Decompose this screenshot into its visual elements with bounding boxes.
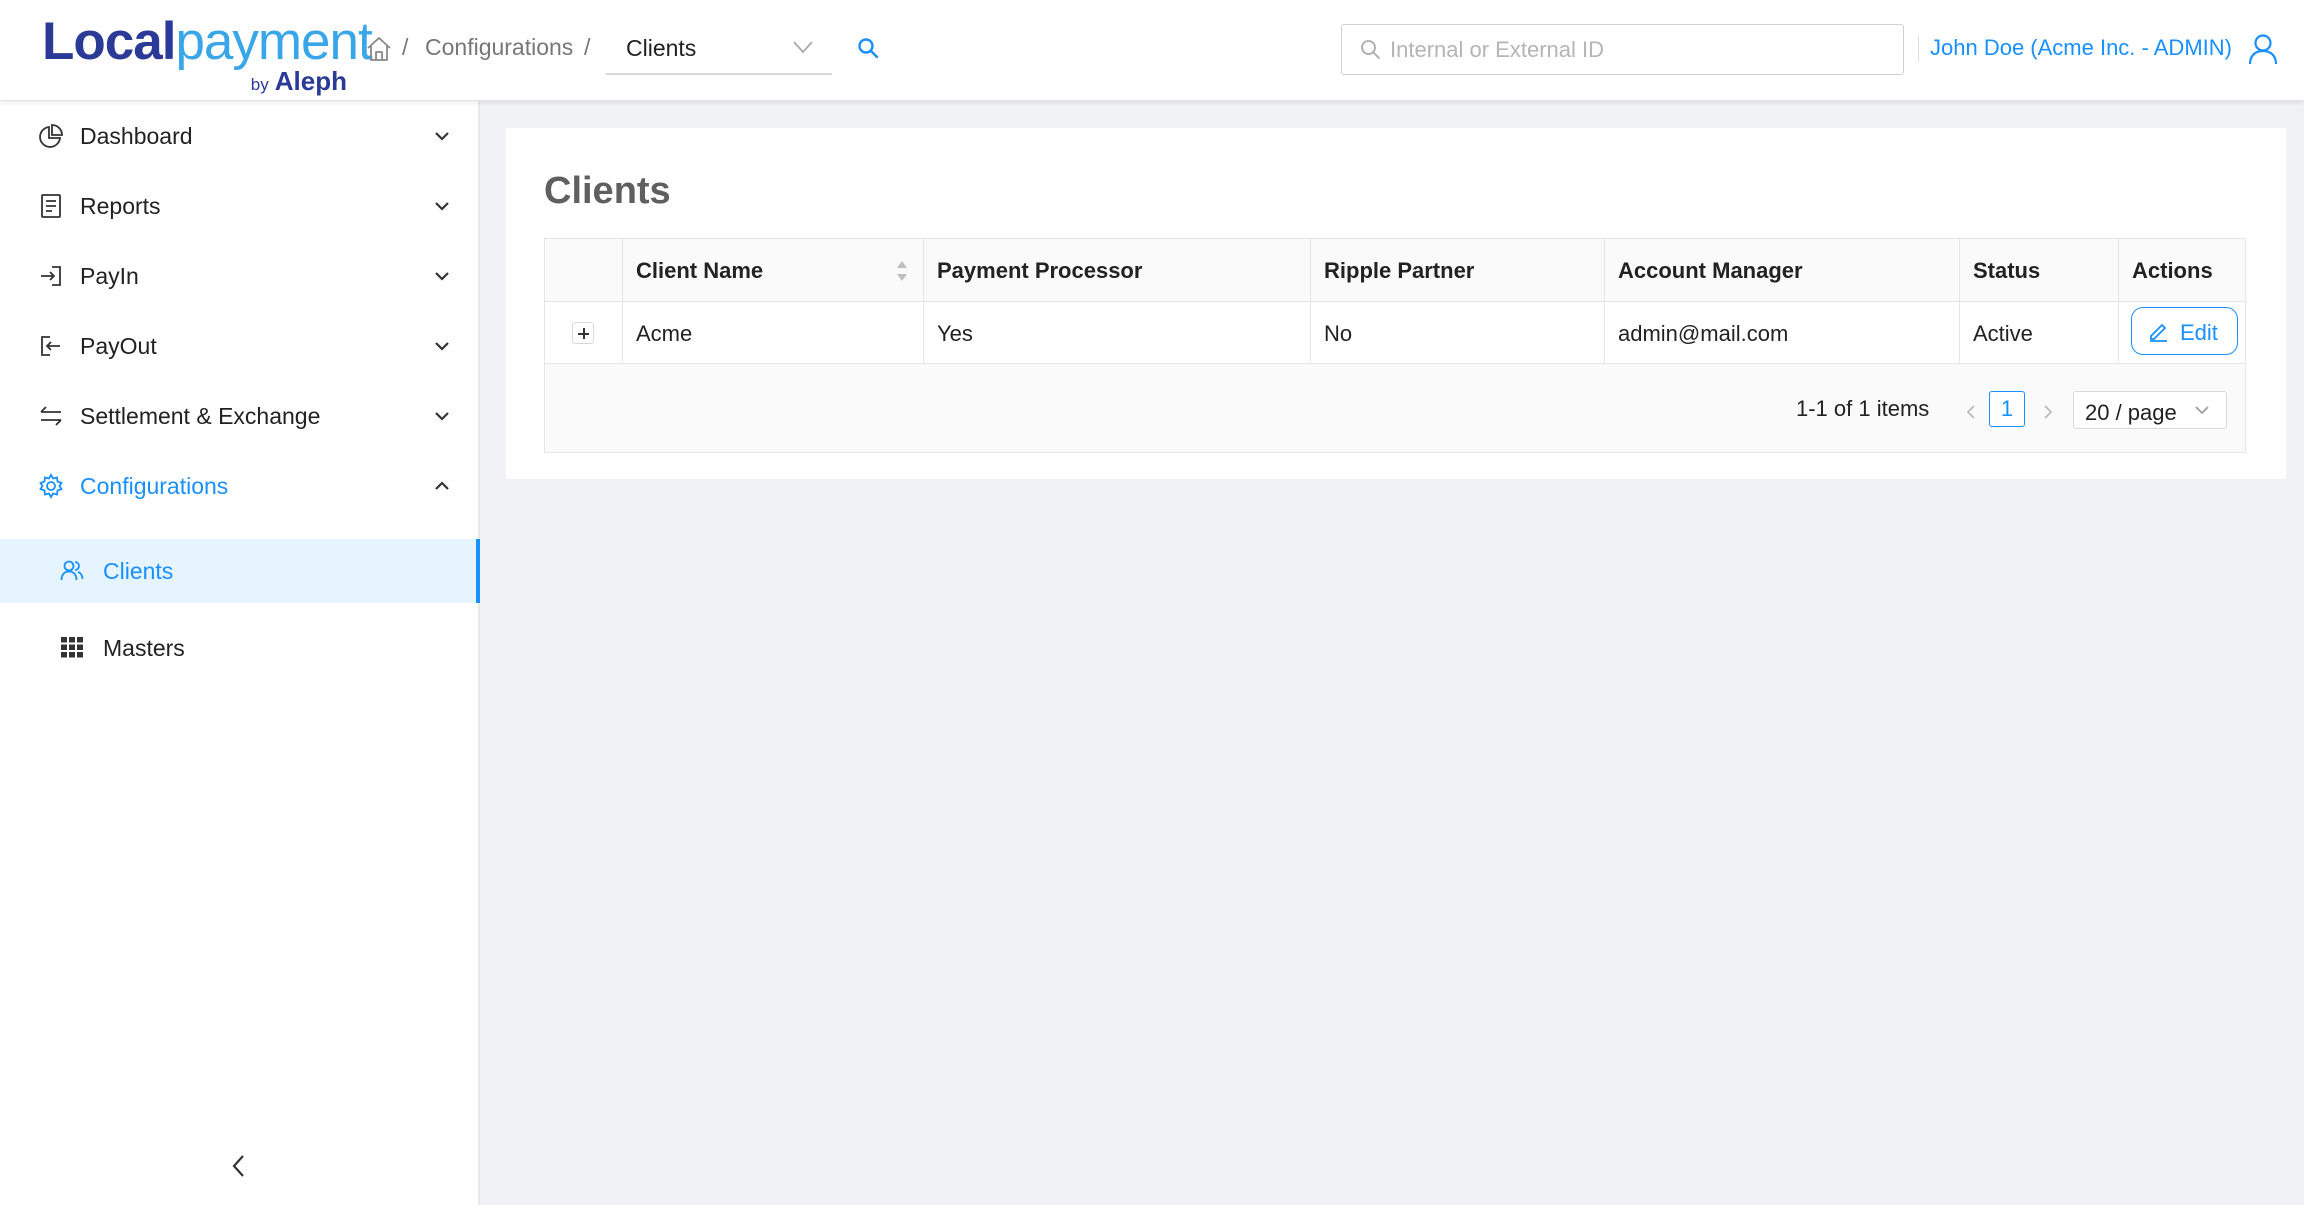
page-title: Clients (544, 170, 671, 212)
users-icon (60, 560, 84, 581)
sidebar-item-label: Clients (103, 558, 174, 584)
table-cell-ripple-partner: No (1311, 302, 1605, 363)
sidebar-item-configurations[interactable]: Configurations (0, 451, 478, 521)
pagination-total: 1-1 of 1 items (1796, 396, 1930, 421)
grid-icon (61, 637, 83, 658)
page-size-select[interactable]: 20 / page (2073, 391, 2227, 429)
chevron-up-icon (435, 481, 449, 490)
chevron-down-icon (435, 272, 449, 281)
table-header-account-manager: Account Manager (1605, 239, 1960, 301)
sidebar-item-label: Settlement & Exchange (80, 402, 321, 429)
gear-icon (39, 473, 63, 499)
sidebar-item-label: Masters (103, 635, 185, 661)
table-cell-expand (545, 302, 623, 363)
edit-button-label: Edit (2180, 320, 2218, 345)
sidebar-subitem-clients[interactable]: Clients (0, 539, 480, 603)
pie-chart-icon (39, 124, 63, 148)
sidebar-item-payout[interactable]: PayOut (0, 311, 478, 381)
brand-sub: by Aleph (250, 66, 347, 96)
table-header-payment-processor: Payment Processor (924, 239, 1311, 301)
chevron-down-icon (435, 342, 449, 351)
header-divider (1918, 36, 1919, 62)
expand-row-button[interactable] (572, 322, 594, 344)
sidebar-subitem-masters[interactable]: Masters (0, 616, 478, 680)
table-cell-actions: Edit (2119, 302, 2247, 363)
table-cell-payment-processor: Yes (924, 302, 1311, 363)
breadcrumb-current: Clients (626, 35, 697, 61)
search-icon[interactable] (856, 36, 880, 60)
clients-card: Clients Client Name Payment Processor Ri… (506, 128, 2286, 479)
logout-icon (41, 336, 60, 356)
sidebar: Dashboard Reports PayIn PayOut Settlemen… (0, 101, 480, 1205)
chevron-down-icon (435, 202, 449, 211)
pagination-next-icon[interactable] (2041, 404, 2055, 420)
chevron-down-icon (2195, 406, 2209, 415)
breadcrumb-page-select[interactable]: Clients (606, 22, 832, 75)
login-icon (41, 266, 61, 286)
sidebar-item-payin[interactable]: PayIn (0, 241, 478, 311)
chevron-down-icon (793, 41, 813, 54)
pagination-prev-icon[interactable] (1964, 404, 1978, 420)
table-cell-account-manager: admin@mail.com (1605, 302, 1960, 363)
table-header-actions: Actions (2132, 258, 2213, 283)
pagination-page-1[interactable]: 1 (1989, 391, 2025, 427)
sort-icon[interactable] (895, 259, 909, 283)
chevron-down-icon (435, 132, 449, 141)
sidebar-item-reports[interactable]: Reports (0, 171, 478, 241)
table-header-expand (545, 239, 623, 301)
sidebar-item-label: PayIn (80, 262, 139, 289)
table-header-ripple-partner: Ripple Partner (1311, 239, 1605, 301)
table-header-row: Client Name Payment Processor Ripple Par… (545, 239, 2245, 302)
table-header-status: Status (1960, 239, 2119, 301)
home-icon[interactable] (365, 35, 393, 63)
user-icon[interactable] (2248, 33, 2278, 65)
table-cell-status: Active (1960, 302, 2119, 363)
sidebar-item-label: Reports (80, 192, 161, 219)
brand-wordmark: Localpayment (42, 12, 373, 71)
top-header: Localpayment by Aleph / Configurations / … (0, 0, 2304, 101)
active-indicator (476, 539, 480, 603)
sidebar-item-dashboard[interactable]: Dashboard (0, 101, 478, 171)
table-cell-client-name: Acme (623, 302, 924, 363)
sidebar-item-label: PayOut (80, 332, 157, 359)
chevron-down-icon (435, 412, 449, 421)
edit-icon (2150, 323, 2167, 342)
sidebar-item-label: Dashboard (80, 122, 193, 149)
collapse-sidebar-icon[interactable] (226, 1153, 252, 1179)
document-icon (41, 194, 61, 218)
id-search-box (1341, 24, 1904, 75)
breadcrumb-separator: / (402, 34, 409, 60)
brand-logo[interactable]: Localpayment by Aleph (42, 12, 373, 96)
clients-table: Client Name Payment Processor Ripple Par… (544, 238, 2246, 453)
user-menu-label[interactable]: John Doe (Acme Inc. - ADMIN) (1930, 35, 2232, 61)
sidebar-item-settlement-exchange[interactable]: Settlement & Exchange (0, 381, 478, 451)
sidebar-item-label: Configurations (80, 472, 229, 499)
edit-button[interactable]: Edit (2131, 307, 2238, 355)
search-icon (1361, 40, 1380, 59)
table-header-client-name[interactable]: Client Name (623, 239, 924, 301)
table-row: Acme Yes No admin@mail.com Active Edit (545, 302, 2245, 364)
page-size-label: 20 / page (2085, 400, 2177, 425)
breadcrumb-separator: / (584, 34, 591, 60)
swap-icon (40, 406, 62, 426)
id-search-input[interactable] (1390, 33, 1890, 66)
breadcrumb-configurations[interactable]: Configurations (425, 34, 573, 61)
